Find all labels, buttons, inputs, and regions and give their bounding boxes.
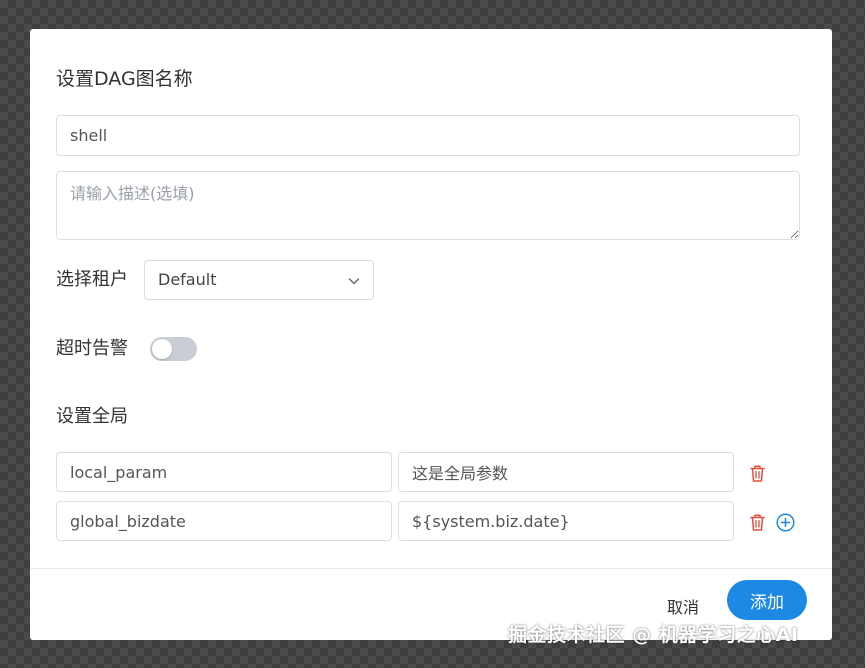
global-param-row [56, 452, 816, 492]
global-params-label: 设置全局 [56, 406, 128, 427]
timeout-alert-label: 超时告警 [56, 338, 128, 359]
description-textarea[interactable] [56, 171, 800, 240]
trash-icon[interactable] [748, 512, 767, 532]
tenant-label: 选择租户 [56, 269, 128, 290]
param-key-input[interactable] [56, 501, 392, 541]
add-button[interactable]: 添加 [727, 580, 807, 620]
param-key-input[interactable] [56, 452, 392, 492]
watermark-text: 掘金技术社区 @ 机器学习之心AI [508, 624, 799, 646]
tenant-select[interactable]: Default [144, 260, 374, 300]
create-dag-dialog: 设置DAG图名称 选择租户 Default 超时告警 设置全局 [30, 29, 832, 640]
cancel-button[interactable]: 取消 [650, 588, 716, 624]
global-param-row [56, 501, 816, 541]
tenant-select-value: Default [158, 270, 217, 289]
trash-icon[interactable] [748, 463, 767, 483]
toggle-knob [152, 339, 172, 359]
dialog-body: 设置DAG图名称 选择租户 Default 超时告警 设置全局 [30, 29, 832, 569]
param-value-input[interactable] [398, 501, 734, 541]
param-value-input[interactable] [398, 452, 734, 492]
plus-circle-icon[interactable] [776, 513, 795, 532]
dag-name-title: 设置DAG图名称 [56, 68, 193, 90]
chevron-down-icon [348, 278, 360, 285]
dag-name-input[interactable] [56, 115, 800, 156]
timeout-alert-toggle[interactable] [150, 337, 197, 361]
